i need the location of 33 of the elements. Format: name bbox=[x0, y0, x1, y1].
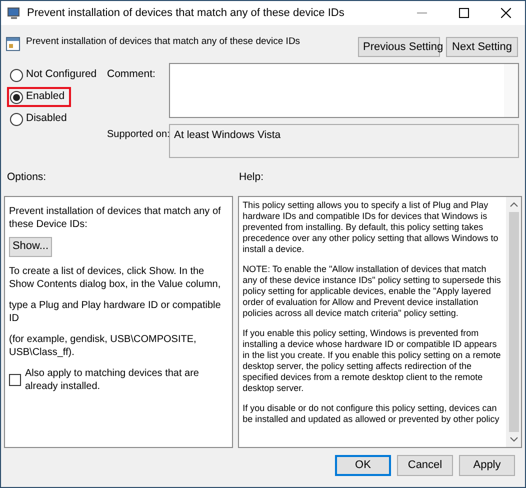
setting-nav-button[interactable]: Next Setting bbox=[446, 37, 518, 57]
state-radio[interactable]: Enabled bbox=[7, 87, 71, 107]
dialog-button[interactable]: OK bbox=[335, 454, 391, 476]
setting-nav-button[interactable]: Previous Setting bbox=[358, 37, 440, 57]
comment-label: Comment: bbox=[107, 67, 156, 82]
maximize-icon[interactable] bbox=[459, 8, 469, 18]
policy-icon bbox=[6, 37, 20, 51]
supported-on-label: Supported on: bbox=[107, 128, 169, 142]
options-text: To create a list of devices, click Show. In the Show Contents dialog box, in the Value column, bbox=[9, 264, 222, 291]
monitor-icon bbox=[7, 6, 21, 20]
options-text: type a Plug and Play hardware ID or compatible ID bbox=[9, 298, 222, 325]
scroll-down-icon[interactable] bbox=[510, 436, 518, 442]
help-text: If you enable this policy setting, Windows is prevented from installing a device whose hardware ID or compatible ID appears in the list you create. If you enable this policy setting on a remote desktop server, the policy setting affects redirection of the specified devices from a remote desktop client to the remote desktop server. bbox=[242, 328, 502, 394]
scrollbar[interactable] bbox=[506, 196, 521, 447]
state-radio[interactable]: Not Configured bbox=[7, 65, 103, 85]
dialog-button[interactable]: Cancel bbox=[397, 454, 453, 476]
options-description: Prevent installation of devices that match any of these Device IDs: bbox=[9, 204, 222, 231]
options-text: (for example, gendisk, USB\COMPOSITE, USB\Class_ff). bbox=[9, 332, 198, 359]
comment-field[interactable] bbox=[169, 63, 519, 118]
window-title: Prevent installation of devices that match any of these device IDs bbox=[27, 6, 344, 21]
supported-on-field: At least Windows Vista bbox=[169, 124, 519, 158]
help-text: NOTE: To enable the "Allow installation of devices that match any of these device instance IDs" policy setting to supersede this policy setting for applicable devices, enable the "Apply layered order of evaluation for Allow and Prevent device installation policies across all device match criteria" policy setting. bbox=[242, 264, 502, 319]
dialog-button[interactable]: Apply bbox=[459, 454, 515, 476]
close-icon[interactable] bbox=[501, 8, 511, 18]
help-label: Help: bbox=[239, 170, 264, 185]
state-radio[interactable]: Disabled bbox=[7, 109, 73, 129]
apply-existing-checkbox[interactable]: Also apply to matching devices that are already installed. bbox=[9, 366, 228, 393]
scroll-up-icon[interactable] bbox=[510, 202, 518, 207]
help-text: If you disable or do not configure this policy setting, devices can be installed and updated as allowed or prevented by other policy bbox=[242, 402, 500, 425]
show-button[interactable]: Show... bbox=[9, 236, 52, 257]
options-label: Options: bbox=[7, 170, 48, 185]
help-text: This policy setting allows you to specify a list of Plug and Play hardware IDs and compatible IDs for devices that Windows is prevented from installing. By default, this policy setting takes precedence over any other policy setting that allows Windows to install a device. bbox=[242, 200, 500, 255]
setting-title: Prevent installation of devices that match any of these device IDs bbox=[26, 35, 302, 49]
